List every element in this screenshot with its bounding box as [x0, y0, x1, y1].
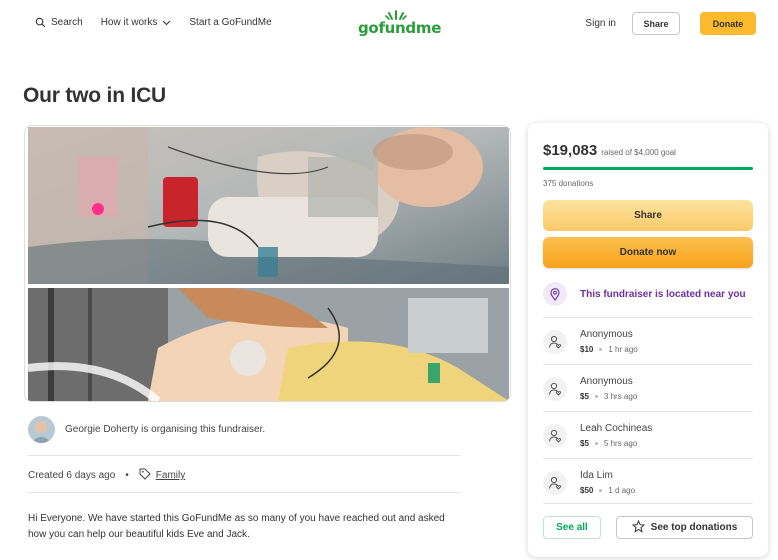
how-it-works-menu[interactable]: How it works: [101, 17, 172, 28]
start-gofundme-link[interactable]: Start a GoFundMe: [189, 17, 271, 28]
donation-count: 375 donations: [543, 179, 594, 188]
chevron-down-icon: [162, 20, 171, 26]
separator-dot: [594, 395, 598, 398]
page-title: Our two in ICU: [23, 84, 167, 107]
progress-bar: [543, 167, 753, 170]
share-button[interactable]: Share: [543, 200, 753, 231]
donor-name: Anonymous: [580, 376, 633, 387]
location-text: This fundraiser is located near you: [580, 288, 746, 300]
donation-item: Anonymous $5 3 hrs ago: [543, 364, 753, 410]
how-it-works-label: How it works: [100, 17, 158, 28]
see-all-button[interactable]: See all: [543, 516, 601, 539]
child-photo: [28, 288, 509, 401]
donation-details: $5 5 hrs ago: [580, 439, 637, 448]
search-icon: [35, 17, 46, 28]
header-donate-button[interactable]: Donate: [700, 12, 756, 35]
location-notice[interactable]: This fundraiser is located near you: [543, 282, 746, 306]
baby-photo: [28, 127, 509, 284]
top-navigation: Search How it works Start a GoFundMe gof…: [0, 0, 778, 48]
divider: [28, 455, 460, 456]
sign-in-link[interactable]: Sign in: [585, 18, 616, 29]
donate-now-button[interactable]: Donate now: [543, 237, 753, 268]
campaign-meta: Created 6 days ago • Family: [28, 468, 185, 483]
goal-text: raised of $4,000 goal: [601, 148, 676, 157]
donation-item: Anonymous $10 1 hr ago: [543, 317, 753, 363]
raised-summary: $19,083 raised of $4,000 goal: [543, 142, 676, 159]
separator-dot: [599, 489, 603, 492]
donation-time: 5 hrs ago: [603, 439, 638, 448]
donor-icon: [543, 377, 567, 401]
category-link[interactable]: Family: [139, 468, 185, 483]
donation-item: Ida Lim $50 1 d ago: [543, 458, 753, 504]
search-link[interactable]: Search: [35, 17, 83, 28]
category-label: Family: [155, 470, 186, 481]
location-pin-icon: [543, 282, 567, 306]
see-top-donations-label: See top donations: [650, 522, 738, 533]
donation-details: $5 3 hrs ago: [580, 392, 637, 401]
donation-amount: $10: [580, 345, 594, 354]
donation-item: Leah Cochineas $5 5 hrs ago: [543, 411, 753, 457]
search-label: Search: [51, 17, 83, 28]
donor-icon: [543, 471, 567, 495]
donation-details: $10 1 hr ago: [580, 345, 638, 354]
donor-name: Leah Cochineas: [580, 423, 653, 434]
start-gofundme-label: Start a GoFundMe: [189, 17, 272, 28]
organiser-row: Georgie Doherty is organising this fundr…: [28, 416, 265, 443]
nav-left: Search How it works Start a GoFundMe: [35, 17, 290, 28]
donor-icon: [543, 424, 567, 448]
separator-dot: [594, 442, 598, 445]
see-top-donations-button[interactable]: See top donations: [616, 516, 753, 539]
donation-amount: $5: [580, 392, 589, 401]
hero-image[interactable]: [24, 125, 511, 402]
gofundme-logo[interactable]: gofundme: [358, 10, 441, 38]
meta-separator: •: [125, 470, 129, 481]
donation-amount: $5: [580, 439, 589, 448]
donation-details: $50 1 d ago: [580, 486, 635, 495]
donation-time: 3 hrs ago: [603, 392, 638, 401]
donation-sidebar: $19,083 raised of $4,000 goal 375 donati…: [528, 123, 768, 557]
organiser-avatar: [28, 416, 55, 443]
separator-dot: [599, 348, 603, 351]
donor-name: Ida Lim: [580, 470, 613, 481]
organiser-text: Georgie Doherty is organising this fundr…: [65, 424, 266, 435]
story-text: Hi Everyone. We have started this GoFund…: [28, 513, 445, 540]
tag-icon: [139, 468, 151, 483]
donation-time: 1 hr ago: [608, 345, 638, 354]
donation-amount: $50: [580, 486, 594, 495]
divider: [28, 492, 460, 493]
star-icon: [631, 519, 651, 536]
donation-time: 1 d ago: [608, 486, 636, 495]
progress-fill: [543, 167, 753, 170]
raised-amount: $19,083: [543, 142, 598, 159]
nav-right: Sign in Share Donate: [585, 12, 756, 35]
header-share-button[interactable]: Share: [632, 12, 680, 35]
logo-text: gofundme: [358, 19, 442, 37]
donor-icon: [543, 330, 567, 354]
created-date: Created 6 days ago: [28, 470, 116, 481]
donor-name: Anonymous: [580, 329, 633, 340]
